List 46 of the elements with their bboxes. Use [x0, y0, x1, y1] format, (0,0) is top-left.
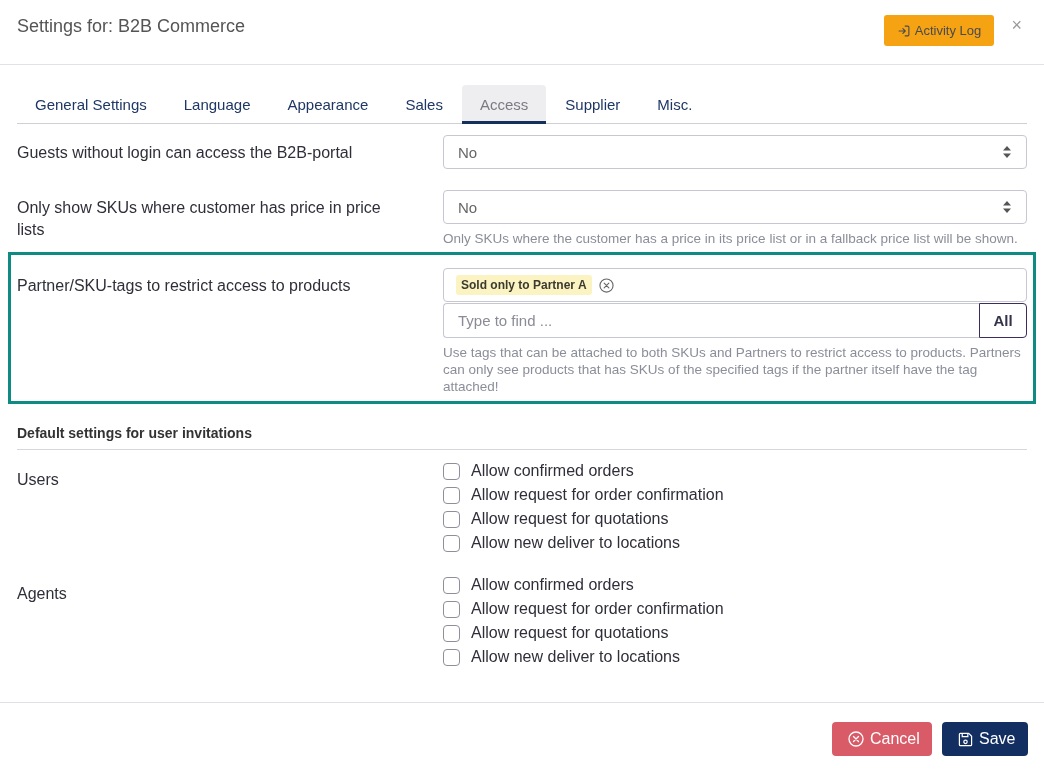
setting-label: Guests without login can access the B2B-portal: [17, 143, 354, 163]
tab[interactable]: Misc.: [639, 85, 711, 124]
activity-log-button[interactable]: Activity Log: [884, 15, 995, 46]
checkbox[interactable]: [443, 648, 460, 666]
option-label: Allow confirmed orders: [471, 461, 634, 481]
select-field[interactable]: No: [443, 190, 1027, 224]
tab[interactable]: Access: [461, 85, 547, 124]
option-label: Allow confirmed orders: [471, 575, 634, 595]
checkbox[interactable]: [443, 462, 460, 480]
select-caret-icon: [1003, 146, 1011, 158]
group-label: Users: [17, 470, 60, 490]
select-caret-icon: [1003, 201, 1011, 213]
save-button[interactable]: Save: [942, 722, 1028, 756]
option-label: Allow new deliver to locations: [471, 533, 680, 553]
section-heading: Default settings for user invitations: [17, 424, 252, 442]
checkbox[interactable]: [443, 510, 460, 528]
remove-tag-icon[interactable]: [598, 277, 614, 293]
tab[interactable]: Appearance: [269, 85, 387, 124]
option-label: Allow request for quotations: [471, 623, 669, 643]
close-circle-icon: [848, 731, 864, 747]
checkbox[interactable]: [443, 486, 460, 504]
option-label: Allow request for quotations: [471, 509, 669, 529]
help-text: Use tags that can be attached to both SKUs and Partners to restrict access to products. Partners can only see products that has SKUs of the specified tags if the partner itself have the tag attached!: [443, 344, 1022, 395]
option-label: Allow new deliver to locations: [471, 647, 680, 667]
tab[interactable]: Sales: [387, 85, 461, 124]
checkbox[interactable]: [443, 576, 460, 594]
group-label: Agents: [17, 584, 68, 604]
setting-label: Only show SKUs where customer has price in price lists: [17, 198, 382, 240]
help-text: Only SKUs where the customer has a price in its price list or in a fallback price list will be shown.: [443, 230, 1019, 247]
checkbox[interactable]: [443, 600, 460, 618]
option-label: Allow request for order confirmation: [471, 599, 724, 619]
all-button[interactable]: All: [979, 303, 1027, 338]
setting-label: Partner/SKU-tags to restrict access to products: [17, 276, 352, 296]
sign-in-icon: [897, 24, 910, 37]
tab[interactable]: Language: [165, 85, 269, 124]
select-field[interactable]: No: [443, 135, 1027, 169]
checkbox[interactable]: [443, 534, 460, 552]
tab[interactable]: Supplier: [547, 85, 639, 124]
cancel-button[interactable]: Cancel: [832, 722, 932, 756]
search-field[interactable]: Type to find ...: [443, 303, 979, 338]
tab[interactable]: General Settings: [17, 85, 165, 124]
tag: Sold only to Partner A: [456, 275, 592, 295]
option-label: Allow request for order confirmation: [471, 485, 724, 505]
tag-field[interactable]: Sold only to Partner A: [443, 268, 1027, 302]
dialog-title: Settings for: B2B Commerce: [17, 15, 246, 37]
checkbox[interactable]: [443, 624, 460, 642]
